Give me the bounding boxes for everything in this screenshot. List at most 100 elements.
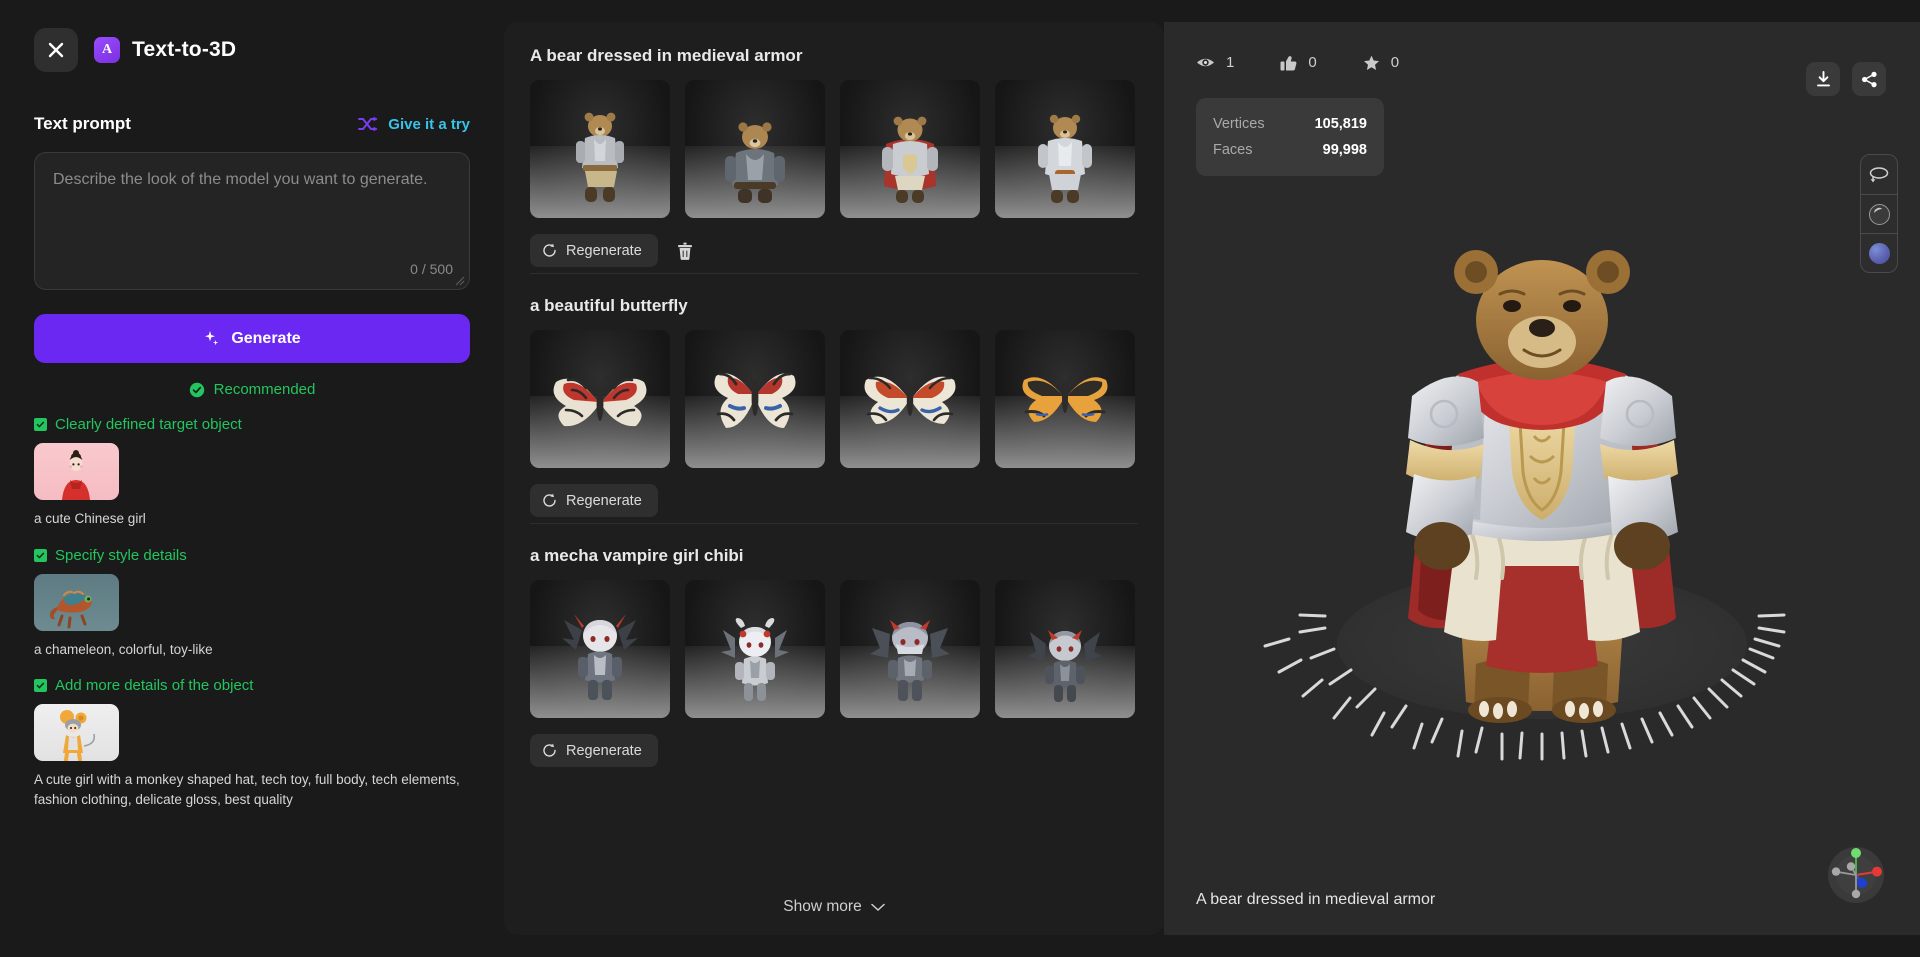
metadata-row: Vertices 105,819 <box>1213 111 1367 137</box>
give-it-a-try-label: Give it a try <box>388 115 470 133</box>
viewer-actions <box>1806 62 1886 96</box>
section-actions: Regenerate <box>530 484 1138 517</box>
faces-value: 99,998 <box>1322 142 1367 158</box>
generation-thumb-butterfly-2[interactable] <box>685 330 825 468</box>
show-more-button[interactable]: Show more <box>504 879 1164 935</box>
sidebar-topbar: A Text-to-3D <box>34 26 470 74</box>
refresh-icon <box>543 243 556 257</box>
give-it-a-try-button[interactable]: Give it a try <box>358 116 470 133</box>
tip-title: Specify style details <box>55 546 187 564</box>
regenerate-button[interactable]: Regenerate <box>530 234 658 267</box>
generation-thumb-bear-3[interactable] <box>840 80 980 218</box>
download-icon <box>1816 70 1830 86</box>
model-caption: A bear dressed in medieval armor <box>1196 891 1436 908</box>
monkey-hat-girl-art <box>60 710 96 762</box>
metadata-row: Faces 99,998 <box>1213 137 1367 163</box>
mecha-chibi-art <box>1028 630 1102 702</box>
generation-thumb-chibi-4[interactable] <box>995 580 1135 718</box>
axis-gizmo-icon <box>1828 847 1884 903</box>
bear-armor-art <box>576 112 624 202</box>
prompt-placeholder: Describe the look of the model you want … <box>53 171 428 188</box>
generation-list: A bear dressed in medieval armor Regener… <box>504 22 1164 879</box>
axis-gizmo[interactable] <box>1820 839 1892 911</box>
bear-armor-art <box>725 122 785 203</box>
generation-thumb-bear-1[interactable] <box>530 80 670 218</box>
vertices-value: 105,819 <box>1314 116 1367 132</box>
generation-thumb-butterfly-3[interactable] <box>840 330 980 468</box>
bear-armor-art <box>882 116 938 203</box>
resize-grip-icon[interactable] <box>455 276 465 286</box>
material-sphere-icon <box>1868 203 1890 225</box>
favorites-stat[interactable]: 0 <box>1363 54 1399 71</box>
recommended-badge: Recommended <box>34 381 470 398</box>
generate-button[interactable]: Generate <box>34 314 470 363</box>
generation-thumb-chibi-1[interactable] <box>530 580 670 718</box>
generation-section: a beautiful butterfly Regenerate <box>530 273 1138 523</box>
generation-thumb-bear-4[interactable] <box>995 80 1135 218</box>
generation-thumb-chibi-2[interactable] <box>685 580 825 718</box>
prompt-header: Text prompt Give it a try <box>34 112 470 136</box>
generation-history-panel: A bear dressed in medieval armor Regener… <box>504 22 1164 935</box>
tip-item: Specify style details a chameleon, color… <box>34 547 470 660</box>
checkbox-icon <box>34 418 47 431</box>
rotate-view-button[interactable] <box>1861 155 1897 194</box>
tip-caption: A cute girl with a monkey shaped hat, te… <box>34 772 460 807</box>
app-root: A Text-to-3D Text prompt Give it a try D… <box>0 0 1920 957</box>
bear-armor-art <box>1038 114 1092 203</box>
view-tools <box>1860 154 1898 273</box>
favorites-value: 0 <box>1390 54 1400 71</box>
star-icon <box>1363 55 1379 70</box>
generation-thumb-butterfly-1[interactable] <box>530 330 670 468</box>
tip-title: Clearly defined target object <box>55 416 242 433</box>
environment-view-button[interactable] <box>1861 233 1897 272</box>
recommended-label: Recommended <box>213 381 316 398</box>
checkbox-icon <box>34 548 47 562</box>
chevron-down-icon <box>870 903 885 911</box>
generation-title: a beautiful butterfly <box>530 296 688 315</box>
rotate-icon <box>1869 166 1889 182</box>
views-value: 1 <box>1226 54 1235 71</box>
delete-button[interactable] <box>672 236 698 266</box>
share-button[interactable] <box>1852 62 1886 96</box>
butterfly-art <box>553 371 647 427</box>
generation-title: A bear dressed in medieval armor <box>530 46 803 65</box>
model-viewer[interactable]: 1 0 0 Vertices 105,819 Faces 99,998 A be… <box>1164 22 1920 935</box>
monkey-hat-girl-thumb[interactable] <box>34 704 119 762</box>
chinese-girl-thumb[interactable] <box>34 443 119 500</box>
likes-stat[interactable]: 0 <box>1280 54 1317 71</box>
prompt-input[interactable]: Describe the look of the model you want … <box>34 152 470 290</box>
regenerate-button[interactable]: Regenerate <box>530 484 658 517</box>
mecha-chibi-art <box>870 620 950 701</box>
generation-thumb-chibi-3[interactable] <box>840 580 980 718</box>
shuffle-icon <box>358 116 378 131</box>
environment-sphere-icon <box>1868 242 1890 264</box>
checkbox-icon <box>34 679 47 693</box>
generation-section: A bear dressed in medieval armor Regener… <box>530 46 1138 273</box>
prompt-label: Text prompt <box>34 114 131 133</box>
bear-medieval-armor-3d <box>1263 249 1786 760</box>
chameleon-thumb[interactable] <box>34 573 119 631</box>
material-view-button[interactable] <box>1861 194 1897 233</box>
tip-caption: a cute Chinese girl <box>34 511 146 526</box>
char-counter: 0 / 500 <box>410 261 453 277</box>
generation-thumb-butterfly-4[interactable] <box>995 330 1135 468</box>
viewer-canvas[interactable]: 1 0 0 Vertices 105,819 Faces 99,998 A be… <box>1164 22 1920 935</box>
tip-title-row: Specify style details <box>34 547 470 564</box>
likes-value: 0 <box>1308 54 1317 71</box>
close-icon <box>48 42 64 58</box>
tip-title-row: Clearly defined target object <box>34 416 470 433</box>
vertices-label: Vertices <box>1213 116 1265 132</box>
generation-thumb-bear-2[interactable] <box>685 80 825 218</box>
generation-section: a mecha vampire girl chibi Regenerate <box>530 523 1138 773</box>
views-stat: 1 <box>1196 54 1234 71</box>
close-button[interactable] <box>34 28 78 72</box>
tip-title-row: Add more details of the object <box>34 677 470 694</box>
download-button[interactable] <box>1806 62 1840 96</box>
refresh-icon <box>543 493 556 507</box>
regenerate-button[interactable]: Regenerate <box>530 734 658 767</box>
rendered-model[interactable] <box>1164 172 1920 835</box>
eye-icon <box>1197 58 1214 67</box>
section-actions: Regenerate <box>530 234 1138 267</box>
tip-item: Clearly defined target object a cute Chi… <box>34 416 470 529</box>
mecha-chibi-art <box>562 614 638 700</box>
